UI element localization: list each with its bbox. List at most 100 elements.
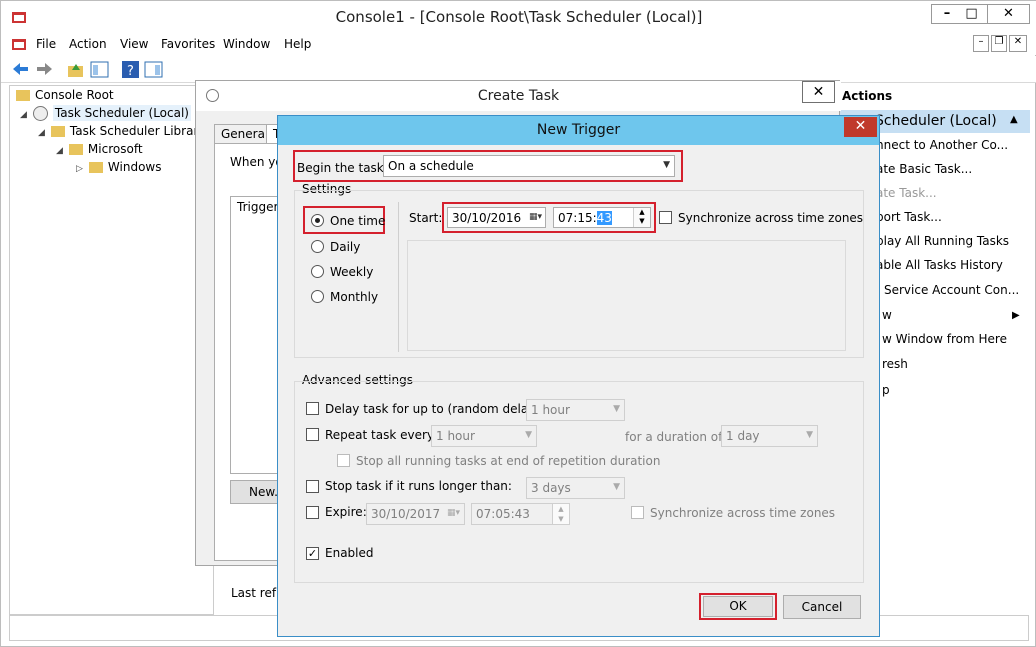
checkbox-icon bbox=[659, 211, 672, 224]
menu-action[interactable]: Action bbox=[69, 37, 107, 51]
menu-help[interactable]: Help bbox=[284, 37, 311, 51]
start-time-spinner[interactable]: ▲ ▼ bbox=[633, 208, 650, 227]
chevron-down-icon: ▼ bbox=[806, 430, 813, 440]
action-import-task[interactable]: port Task... bbox=[876, 210, 942, 224]
expire-label: Expire: bbox=[325, 505, 367, 519]
tree-item-microsoft[interactable]: ◢ Microsoft bbox=[56, 142, 143, 160]
action-create-task[interactable]: ate Task... bbox=[876, 186, 937, 200]
mdi-close-button[interactable]: ✕ bbox=[1009, 35, 1027, 52]
chevron-down-icon: ▼ bbox=[525, 430, 532, 440]
action-connect[interactable]: nnect to Another Co... bbox=[876, 138, 1008, 152]
menu-window[interactable]: Window bbox=[223, 37, 270, 51]
action-create-basic-task[interactable]: ate Basic Task... bbox=[876, 162, 972, 176]
calendar-dropdown-icon: ▦▾ bbox=[446, 508, 460, 518]
schedule-detail-panel bbox=[407, 240, 846, 351]
radio-daily[interactable] bbox=[311, 240, 324, 253]
calendar-dropdown-icon: ▦▾ bbox=[528, 212, 542, 222]
radio-daily-label: Daily bbox=[330, 240, 361, 254]
collapse-up-icon[interactable]: ▲ bbox=[1010, 114, 1018, 125]
action-refresh[interactable]: resh bbox=[882, 357, 908, 371]
stop-all-checkbox[interactable] bbox=[337, 454, 350, 467]
radio-one-time[interactable] bbox=[311, 214, 324, 227]
begin-task-value: On a schedule bbox=[388, 159, 474, 173]
stop-all-label: Stop all running tasks at end of repetit… bbox=[356, 454, 661, 468]
begin-task-select[interactable]: On a schedule ▼ bbox=[383, 155, 675, 177]
folder-icon bbox=[68, 144, 83, 155]
tree-label: Microsoft bbox=[87, 142, 143, 156]
enabled-checkbox[interactable]: ✓ bbox=[306, 547, 319, 560]
action-new-window[interactable]: w Window from Here bbox=[882, 332, 1007, 346]
delay-select[interactable]: 1 hour ▼ bbox=[526, 399, 625, 421]
tree-item-windows[interactable]: ▷ Windows bbox=[76, 160, 162, 178]
radio-monthly[interactable] bbox=[311, 290, 324, 303]
menu-file[interactable]: File bbox=[36, 37, 56, 51]
window-title: Console1 - [Console Root\Task Scheduler … bbox=[335, 8, 703, 26]
expand-arrow-icon[interactable]: ◢ bbox=[38, 128, 45, 138]
enabled-label: Enabled bbox=[325, 546, 374, 560]
stop-longer-select[interactable]: 3 days ▼ bbox=[526, 477, 625, 499]
expand-arrow-icon[interactable]: ◢ bbox=[20, 110, 27, 120]
repeat-label: Repeat task every: bbox=[325, 428, 438, 442]
stop-longer-label: Stop task if it runs longer than: bbox=[325, 479, 512, 493]
ok-button[interactable]: OK bbox=[703, 596, 773, 617]
show-hide-action-pane-icon[interactable] bbox=[144, 60, 163, 79]
checkbox-icon bbox=[306, 428, 319, 441]
radio-weekly[interactable] bbox=[311, 265, 324, 278]
sync-time-zones-checkbox[interactable] bbox=[659, 211, 672, 224]
radio-icon bbox=[311, 265, 324, 278]
action-display-running[interactable]: play All Running Tasks bbox=[876, 234, 1009, 248]
start-date-picker[interactable]: 30/10/2016 ▦▾ bbox=[447, 207, 546, 228]
console-tree: Console Root ◢ Task Scheduler (Local) ◢ Ta… bbox=[9, 85, 214, 615]
expire-time-spinner[interactable]: ▲ ▼ bbox=[552, 504, 569, 524]
repeat-select[interactable]: 1 hour ▼ bbox=[431, 425, 537, 447]
delay-checkbox[interactable] bbox=[306, 402, 319, 415]
close-button[interactable]: ✕ bbox=[988, 4, 1030, 24]
submenu-arrow-icon: ▶ bbox=[1012, 310, 1020, 321]
tree-item-console-root[interactable]: Console Root bbox=[16, 88, 114, 106]
action-enable-history[interactable]: able All Tasks History bbox=[876, 258, 1003, 272]
trigger-column-header: Trigger bbox=[237, 200, 279, 214]
back-arrow-icon[interactable] bbox=[11, 60, 30, 79]
delay-value: 1 hour bbox=[531, 403, 570, 417]
menu-favorites[interactable]: Favorites bbox=[161, 37, 215, 51]
maximize-button[interactable]: □ bbox=[956, 4, 988, 24]
create-task-close-button[interactable]: ✕ bbox=[802, 81, 835, 103]
expire-sync-checkbox[interactable] bbox=[631, 506, 644, 519]
up-folder-icon[interactable] bbox=[66, 60, 85, 79]
menu-bar: File Action View Favorites Window Help –… bbox=[1, 33, 1036, 55]
action-service-account[interactable]: Service Account Con... bbox=[884, 283, 1019, 297]
collapse-arrow-icon[interactable]: ▷ bbox=[76, 164, 83, 174]
stop-longer-value: 3 days bbox=[531, 481, 571, 495]
expire-date-picker[interactable]: 30/10/2017 ▦▾ bbox=[366, 503, 465, 525]
checkbox-icon bbox=[306, 480, 319, 493]
expand-arrow-icon[interactable]: ◢ bbox=[56, 146, 63, 156]
action-view[interactable]: w bbox=[882, 308, 892, 322]
folder-clock-icon bbox=[50, 126, 65, 137]
radio-icon bbox=[311, 290, 324, 303]
actions-header: Actions bbox=[842, 89, 893, 103]
mdi-restore-button[interactable]: ❐ bbox=[991, 35, 1007, 52]
cancel-button[interactable]: Cancel bbox=[783, 595, 861, 619]
repeat-checkbox[interactable] bbox=[306, 428, 319, 441]
chevron-down-icon: ▼ bbox=[613, 482, 620, 492]
action-help[interactable]: p bbox=[882, 383, 890, 397]
start-time-value: 07:15: bbox=[558, 211, 597, 225]
start-label: Start: bbox=[409, 211, 443, 225]
new-trigger-close-button[interactable]: ✕ bbox=[844, 117, 877, 137]
chevron-down-icon: ▼ bbox=[613, 404, 620, 414]
checkbox-icon bbox=[337, 454, 350, 467]
mdi-minimize-button[interactable]: – bbox=[973, 35, 989, 52]
stop-longer-checkbox[interactable] bbox=[306, 480, 319, 493]
checkbox-icon bbox=[306, 506, 319, 519]
duration-select[interactable]: 1 day ▼ bbox=[721, 425, 818, 447]
menu-view[interactable]: View bbox=[120, 37, 148, 51]
tree-item-task-scheduler-local[interactable]: ◢ Task Scheduler (Local) bbox=[20, 105, 191, 124]
chevron-down-icon: ▼ bbox=[663, 160, 670, 170]
forward-arrow-icon[interactable] bbox=[35, 60, 54, 79]
new-trigger-title: New Trigger bbox=[536, 122, 621, 138]
tree-item-task-scheduler-library[interactable]: ◢ Task Scheduler Library bbox=[38, 124, 205, 142]
expire-checkbox[interactable] bbox=[306, 506, 319, 519]
folder-icon bbox=[16, 90, 30, 101]
help-icon[interactable]: ? bbox=[121, 60, 140, 79]
show-hide-tree-icon[interactable] bbox=[90, 60, 109, 79]
